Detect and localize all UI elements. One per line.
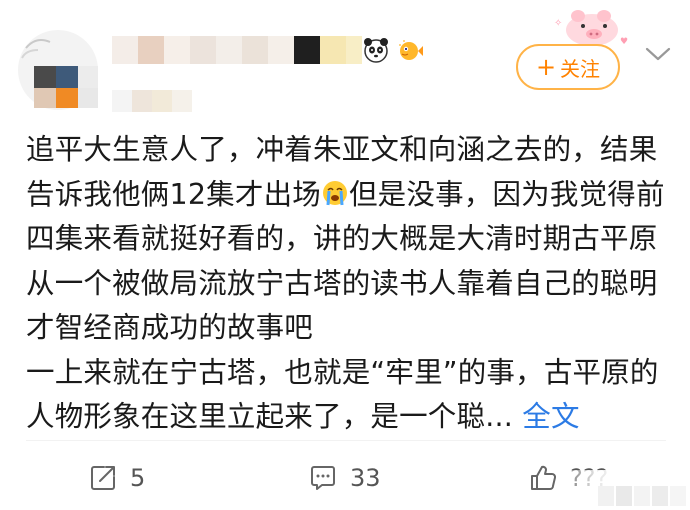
chevron-down-icon[interactable]: [642, 42, 674, 66]
divider: [26, 440, 666, 441]
comment-icon: [311, 466, 335, 490]
avatar[interactable]: [16, 28, 112, 110]
panda-icon: [364, 38, 388, 63]
post-body: 追平大生意人了，冲着朱亚文和向涵之去的，结果告诉我他俩12集才出场 但是没事，因为…: [26, 128, 676, 440]
thumbs-up-icon: [531, 465, 556, 490]
post-meta-mosaic: [112, 90, 192, 112]
username-mosaic[interactable]: [112, 36, 362, 64]
plus-icon: +: [535, 53, 557, 81]
pig-sticker-icon: ✧ ♥: [554, 10, 628, 47]
pufferfish-icon: [399, 40, 423, 60]
svg-text:♥: ♥: [620, 37, 628, 47]
repost-count: 5: [130, 464, 146, 492]
comment-button[interactable]: 33: [308, 458, 381, 498]
like-count-mosaic: [598, 486, 688, 506]
full-text-link[interactable]: 全文: [522, 400, 579, 433]
svg-text:✧: ✧: [554, 18, 562, 29]
post-text-part-2: 但是没事，因为我觉得前四集来看就挺好看的，讲的大概是大清时期古平原从一个被做局流…: [26, 177, 665, 434]
comment-count: 33: [350, 464, 381, 492]
follow-button[interactable]: + 关注: [516, 44, 620, 90]
repost-icon: [91, 466, 115, 490]
follow-label: 关注: [560, 56, 601, 81]
weibo-post-card: ✧ ♥ + 关注 追平大生意人了，冲着朱亚文和向涵之去的，结果告诉我他俩12集才…: [0, 0, 690, 510]
crying-face-emoji-icon: [322, 180, 347, 205]
repost-button[interactable]: 5: [88, 458, 145, 498]
user-badges: [362, 36, 424, 64]
avatar-image: [18, 30, 98, 110]
